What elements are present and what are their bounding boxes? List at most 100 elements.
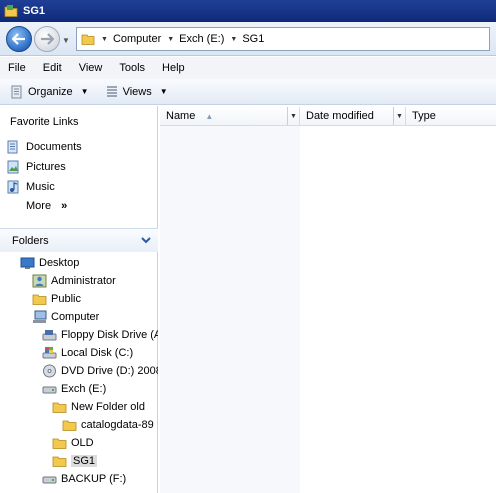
menu-bar: File Edit View Tools Help xyxy=(0,57,496,79)
dvd-drive-icon xyxy=(43,364,56,378)
forward-button[interactable] xyxy=(34,26,60,52)
breadcrumb-exch[interactable]: Exch (E:) xyxy=(179,33,224,45)
double-chevron-right-icon: » xyxy=(61,200,68,212)
computer-icon xyxy=(33,310,47,323)
folder-icon xyxy=(32,294,47,305)
tree-node-label: SG1 xyxy=(71,455,98,467)
menu-tools[interactable]: Tools xyxy=(119,62,145,74)
tree-node-label: DVD Drive (D:) 2008 xyxy=(61,365,158,377)
address-bar-area: ▼ ▼ Computer ▼ Exch (E:) ▼ SG1 xyxy=(0,22,496,56)
folder-icon xyxy=(52,402,67,413)
tree-node-label: Administrator xyxy=(51,275,116,287)
folder-icon xyxy=(52,438,67,449)
favorite-documents[interactable]: Documents xyxy=(6,140,82,154)
folder-icon xyxy=(62,420,77,431)
chevron-down-icon: ▼ xyxy=(80,87,89,96)
name-column-background xyxy=(160,126,300,493)
tree-node-new-folder-old[interactable]: New Folder old xyxy=(52,400,145,414)
floppy-drive-icon xyxy=(42,330,57,341)
back-button[interactable] xyxy=(6,26,32,52)
favorite-label: Pictures xyxy=(26,161,66,173)
pictures-icon xyxy=(7,160,19,174)
organize-button[interactable]: Organize ▼ xyxy=(10,85,89,99)
title-bar: SG1 xyxy=(0,0,496,22)
tree-node-label: Public xyxy=(51,293,81,305)
tree-node-administrator[interactable]: Administrator xyxy=(32,274,116,288)
views-label: Views xyxy=(122,85,152,98)
address-box[interactable]: ▼ Computer ▼ Exch (E:) ▼ SG1 xyxy=(76,27,490,51)
tree-node-old[interactable]: OLD xyxy=(52,436,94,450)
file-list-pane[interactable]: Name ▲ ▼ Date modified ▼ Type xyxy=(160,106,496,493)
drive-icon xyxy=(42,476,57,484)
column-header-name[interactable]: Name ▲ ▼ xyxy=(160,107,300,125)
tree-node-desktop[interactable]: Desktop xyxy=(20,256,79,270)
tree-node-label: Local Disk (C:) xyxy=(61,347,134,359)
more-label: More xyxy=(26,200,52,212)
tree-node-label: catalogdata-89 xyxy=(81,419,154,431)
sort-up-icon: ▲ xyxy=(205,111,214,121)
organize-icon xyxy=(11,85,22,98)
breadcrumb-dropdown-icon[interactable]: ▼ xyxy=(101,36,108,43)
views-button[interactable]: Views ▼ xyxy=(105,85,168,99)
column-name-label: Name xyxy=(166,110,196,122)
favorite-music[interactable]: Music xyxy=(6,180,55,194)
tree-node-label: New Folder old xyxy=(71,401,145,413)
menu-edit[interactable]: Edit xyxy=(43,62,62,74)
window-title: SG1 xyxy=(23,5,46,17)
user-folder-icon xyxy=(32,274,47,288)
tree-node-exch[interactable]: Exch (E:) xyxy=(42,382,106,396)
forward-arrow-icon xyxy=(41,33,54,45)
tree-node-label: Desktop xyxy=(39,257,80,269)
favorite-more[interactable]: More » xyxy=(26,200,67,212)
column-filter-dropdown[interactable]: ▼ xyxy=(393,107,405,125)
tree-node-label: Exch (E:) xyxy=(61,383,107,395)
tree-node-backup[interactable]: BACKUP (F:) xyxy=(42,472,126,486)
breadcrumb-computer[interactable]: Computer xyxy=(113,33,161,45)
tree-node-local-disk[interactable]: Local Disk (C:) xyxy=(42,346,133,360)
breadcrumb-separator-icon[interactable]: ▼ xyxy=(167,36,174,43)
views-icon xyxy=(106,85,117,97)
column-date-label: Date modified xyxy=(306,110,374,122)
navigation-pane: Favorite Links Documents Pictures Music … xyxy=(0,106,158,493)
menu-file[interactable]: File xyxy=(8,62,26,74)
column-header-type[interactable]: Type xyxy=(406,107,496,125)
drive-icon xyxy=(42,386,57,394)
column-headers: Name ▲ ▼ Date modified ▼ Type xyxy=(160,107,496,126)
local-disk-icon xyxy=(42,347,57,359)
folder-icon xyxy=(4,5,18,17)
folders-header-label: Folders xyxy=(12,234,49,247)
chevron-down-icon: ▼ xyxy=(159,87,168,96)
recent-pages-dropdown[interactable]: ▼ xyxy=(62,36,70,45)
folders-header[interactable]: Folders xyxy=(0,228,158,252)
tree-node-label: Floppy Disk Drive (A xyxy=(61,329,158,341)
folder-tree: Desktop Administrator Public Computer Fl… xyxy=(0,254,158,493)
breadcrumb-separator-icon[interactable]: ▼ xyxy=(230,36,237,43)
tree-node-label: BACKUP (F:) xyxy=(61,473,127,485)
tree-node-dvd-drive[interactable]: DVD Drive (D:) 2008 xyxy=(42,364,158,378)
back-arrow-icon xyxy=(12,33,25,45)
folder-icon xyxy=(52,456,67,467)
favorite-pictures[interactable]: Pictures xyxy=(6,160,66,174)
tree-node-sg1[interactable]: SG1 xyxy=(52,454,98,468)
column-filter-dropdown[interactable]: ▼ xyxy=(287,107,299,125)
tree-node-label: Computer xyxy=(51,311,100,323)
documents-icon xyxy=(7,140,18,154)
menu-help[interactable]: Help xyxy=(162,62,185,74)
desktop-icon xyxy=(20,257,35,269)
organize-label: Organize xyxy=(28,85,73,98)
command-bar: Organize ▼ Views ▼ xyxy=(0,79,496,105)
breadcrumb-sg1[interactable]: SG1 xyxy=(242,33,264,45)
favorite-label: Documents xyxy=(26,141,82,153)
tree-node-label: OLD xyxy=(71,437,94,449)
favorite-label: Music xyxy=(26,181,55,193)
tree-node-public[interactable]: Public xyxy=(32,292,81,306)
column-type-label: Type xyxy=(412,110,436,122)
tree-node-floppy[interactable]: Floppy Disk Drive (A xyxy=(42,328,158,342)
music-icon xyxy=(7,180,19,194)
menu-view[interactable]: View xyxy=(79,62,103,74)
tree-node-computer[interactable]: Computer xyxy=(32,310,99,324)
column-header-date-modified[interactable]: Date modified ▼ xyxy=(300,107,406,125)
chevron-down-icon[interactable] xyxy=(140,234,152,246)
favorite-links-header: Favorite Links xyxy=(10,116,79,128)
tree-node-catalogdata[interactable]: catalogdata-89 xyxy=(62,418,154,432)
